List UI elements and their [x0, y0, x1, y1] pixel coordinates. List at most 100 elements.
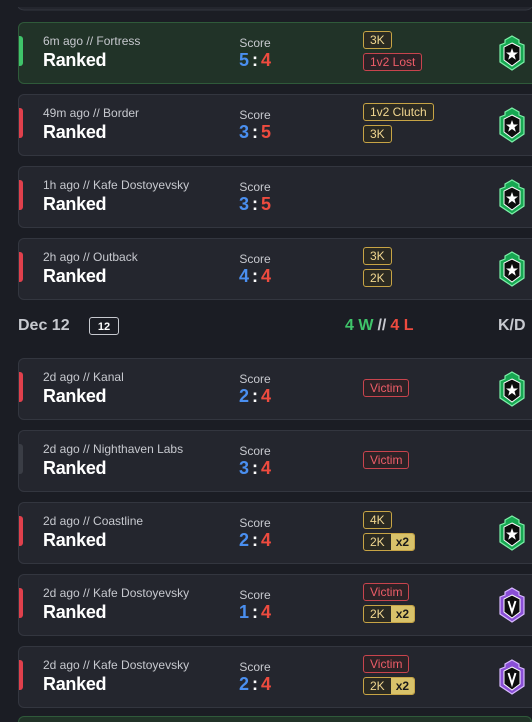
badge: Victim: [363, 655, 410, 673]
badge: Victim: [363, 379, 410, 397]
match-score: 2:4: [224, 530, 286, 551]
day-win-loss: 4 W//4 L: [345, 317, 413, 335]
score-left: 1: [238, 602, 249, 622]
match-mode: Ranked: [43, 386, 107, 406]
score-right: 4: [261, 674, 272, 694]
badge: Victim: [363, 451, 410, 469]
match-score: 2:4: [224, 674, 286, 695]
match-score: 4:4: [224, 266, 286, 287]
score-right: 4: [261, 50, 272, 70]
badge-text: Victim: [370, 657, 403, 671]
result-indicator: [19, 516, 23, 546]
day-wins: 4 W: [345, 317, 374, 334]
badge-text: 2K: [370, 679, 385, 693]
score-left: 2: [238, 386, 249, 406]
match-score: 1:4: [224, 602, 286, 623]
score-separator: :: [252, 122, 258, 142]
emerald-rank-icon: [499, 371, 525, 407]
badge-text: 2K: [370, 271, 385, 285]
result-indicator: [19, 588, 23, 618]
score-right: 5: [261, 194, 272, 214]
score-left: 3: [238, 458, 249, 478]
score-left: 4: [238, 266, 249, 286]
badge-text: 3K: [370, 33, 385, 47]
amethyst-rank-icon: [499, 587, 525, 623]
previous-card-partial: [17, 0, 532, 11]
match-time-map: 2d ago // Kafe Dostoyevsky: [43, 586, 190, 600]
match-card[interactable]: 2d ago // Nighthaven Labs Ranked Score 3…: [18, 430, 532, 492]
kd-header: K/D: [498, 317, 526, 334]
badge: 4K: [363, 511, 392, 529]
match-card[interactable]: 6m ago // Fortress Ranked Score 5:4 3K 1…: [18, 22, 532, 84]
match-card[interactable]: 2h ago // Outback Ranked Score 4:4 3K 2K: [18, 238, 532, 300]
result-indicator: [19, 444, 23, 474]
win-loss-separator: //: [377, 317, 387, 334]
match-card[interactable]: 49m ago // Border Ranked Score 3:5 1v2 C…: [18, 94, 532, 156]
day-date: Dec 12: [18, 317, 70, 334]
score-right: 4: [261, 458, 272, 478]
match-card[interactable]: 2d ago // Kafe Dostoyevsky Ranked Score …: [18, 646, 532, 708]
badge: 3K: [363, 31, 392, 49]
badge-list: 3K 1v2 Lost: [363, 31, 423, 71]
score-left: 3: [238, 122, 249, 142]
match-card[interactable]: 2d ago // Coastline Ranked Score 2:4 4K …: [18, 502, 532, 564]
badge: 3K: [363, 125, 392, 143]
emerald-rank-icon: [499, 107, 525, 143]
badge-list: Victim 2K x2: [363, 583, 416, 623]
match-time-map: 49m ago // Border: [43, 106, 140, 120]
match-card[interactable]: 1h ago // Kafe Dostoyevsky Ranked Score …: [18, 166, 532, 228]
badge: 1v2 Clutch: [363, 103, 434, 121]
score-right: 5: [261, 122, 272, 142]
badge-text: 3K: [370, 127, 385, 141]
match-score: 3:4: [224, 458, 286, 479]
badge-multiplier: x2: [390, 678, 415, 694]
badge-list: Victim: [363, 379, 410, 397]
match-time-map: 2d ago // Nighthaven Labs: [43, 442, 184, 456]
score-separator: :: [252, 458, 258, 478]
score-left: 2: [238, 674, 249, 694]
match-time-map: 2d ago // Kafe Dostoyevsky: [43, 658, 190, 672]
badge: 3K: [363, 247, 392, 265]
result-indicator: [19, 180, 23, 210]
score-separator: :: [252, 674, 258, 694]
badge-text: 4K: [370, 513, 385, 527]
badge-multiplier: x2: [390, 534, 415, 550]
match-time-map: 2d ago // Coastline: [43, 514, 144, 528]
badge: 2K x2: [363, 677, 416, 695]
badge-text: 2K: [370, 535, 385, 549]
score-label: Score: [239, 372, 271, 386]
result-indicator: [19, 372, 23, 402]
day-match-count: 12: [89, 317, 119, 335]
badge-text: 3K: [370, 249, 385, 263]
score-separator: :: [252, 386, 258, 406]
match-card[interactable]: 2d ago // Kafe Dostoyevsky Ranked Score …: [18, 574, 532, 636]
score-label: Score: [239, 660, 271, 674]
badge: 2K: [363, 269, 392, 287]
match-time-map: 1h ago // Kafe Dostoyevsky: [43, 178, 190, 192]
match-mode: Ranked: [43, 194, 107, 214]
badge-list: 1v2 Clutch 3K: [363, 103, 434, 143]
badge-text: Victim: [370, 381, 403, 395]
badge: Victim: [363, 583, 410, 601]
match-time-map: 2h ago // Outback: [43, 250, 138, 264]
result-indicator: [19, 660, 23, 690]
match-mode: Ranked: [43, 122, 107, 142]
match-mode: Ranked: [43, 602, 107, 622]
score-right: 4: [261, 386, 272, 406]
score-label: Score: [239, 36, 271, 50]
result-indicator: [19, 252, 23, 282]
score-right: 4: [261, 266, 272, 286]
badge-text: 2K: [370, 607, 385, 621]
score-right: 4: [261, 530, 272, 550]
score-left: 3: [238, 194, 249, 214]
score-separator: :: [252, 530, 258, 550]
score-label: Score: [239, 108, 271, 122]
badge-text: 1v2 Lost: [370, 55, 416, 69]
badge: 1v2 Lost: [363, 53, 423, 71]
emerald-rank-icon: [499, 35, 525, 71]
match-score: 2:4: [224, 386, 286, 407]
match-card[interactable]: 2d ago // Kanal Ranked Score 2:4 Victim: [18, 358, 532, 420]
day-header: Dec 12 12 4 W//4 L K/D: [18, 310, 532, 344]
match-mode: Ranked: [43, 674, 107, 694]
badge-list: Victim 2K x2: [363, 655, 416, 695]
